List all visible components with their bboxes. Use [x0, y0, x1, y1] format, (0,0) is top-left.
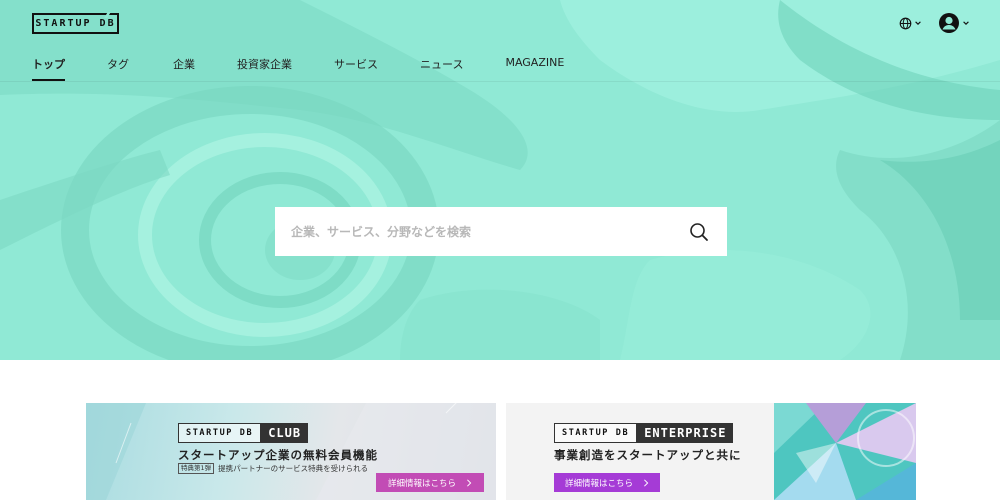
- enterprise-brand-logo: STARTUP DB: [554, 423, 638, 443]
- club-brand-label: CLUB: [261, 423, 309, 443]
- enterprise-brand-tag: STARTUP DB ENTERPRISE: [554, 423, 734, 443]
- search-button[interactable]: [687, 220, 711, 244]
- nav-item-companies[interactable]: 企業: [173, 56, 195, 81]
- nav-item-news[interactable]: ニュース: [420, 56, 463, 81]
- club-subtext: 提携パートナーのサービス特典を受けられる: [218, 464, 369, 473]
- enterprise-cta-button[interactable]: 詳細情報はこちら: [554, 473, 660, 492]
- search-box: [275, 207, 727, 256]
- main-nav: トップ タグ 企業 投資家企業 サービス ニュース MAGAZINE: [32, 56, 564, 81]
- club-brand-logo: STARTUP DB: [178, 423, 262, 443]
- language-selector[interactable]: [899, 17, 922, 30]
- club-subtext-row: 特典第1弾 提携パートナーのサービス特典を受けられる: [178, 463, 368, 474]
- club-headline: スタートアップ企業の無料会員機能: [178, 448, 378, 462]
- club-badge: 特典第1弾: [178, 463, 215, 474]
- site-logo[interactable]: STARTUP DB: [32, 12, 119, 34]
- enterprise-headline: 事業創造をスタートアップと共に: [554, 448, 742, 462]
- club-cta-label: 詳細情報はこちら: [387, 478, 456, 489]
- enterprise-banner[interactable]: STARTUP DB ENTERPRISE 事業創造をスタートアップと共に 詳細…: [506, 403, 916, 500]
- enterprise-brand-label: ENTERPRISE: [637, 423, 734, 443]
- enterprise-cta-label: 詳細情報はこちら: [564, 478, 633, 489]
- chevron-down-icon: [915, 21, 921, 25]
- user-menu[interactable]: [938, 12, 970, 34]
- club-brand-tag: STARTUP DB CLUB: [178, 423, 309, 443]
- nav-item-top[interactable]: トップ: [32, 56, 65, 81]
- nav-item-investors[interactable]: 投資家企業: [237, 56, 292, 81]
- user-avatar-icon: [939, 13, 959, 33]
- globe-icon: [899, 17, 912, 29]
- chevron-right-icon: [467, 478, 472, 487]
- club-cta-button[interactable]: 詳細情報はこちら: [376, 473, 484, 492]
- chevron-right-icon: [644, 478, 649, 487]
- nav-item-tags[interactable]: タグ: [107, 56, 129, 81]
- nav-item-magazine[interactable]: MAGAZINE: [505, 56, 564, 81]
- search-input[interactable]: [291, 224, 687, 239]
- chevron-down-icon: [963, 21, 969, 25]
- nav-item-services[interactable]: サービス: [334, 56, 378, 81]
- site-header: STARTUP DB トップ タグ 企業 投資家企業 サービス ニュース MAG…: [0, 0, 1000, 82]
- logo-text: STARTUP DB: [35, 18, 116, 29]
- search-icon: [690, 222, 708, 241]
- header-actions: [899, 12, 970, 34]
- club-banner[interactable]: STARTUP DB CLUB スタートアップ企業の無料会員機能 特典第1弾 提…: [86, 403, 496, 500]
